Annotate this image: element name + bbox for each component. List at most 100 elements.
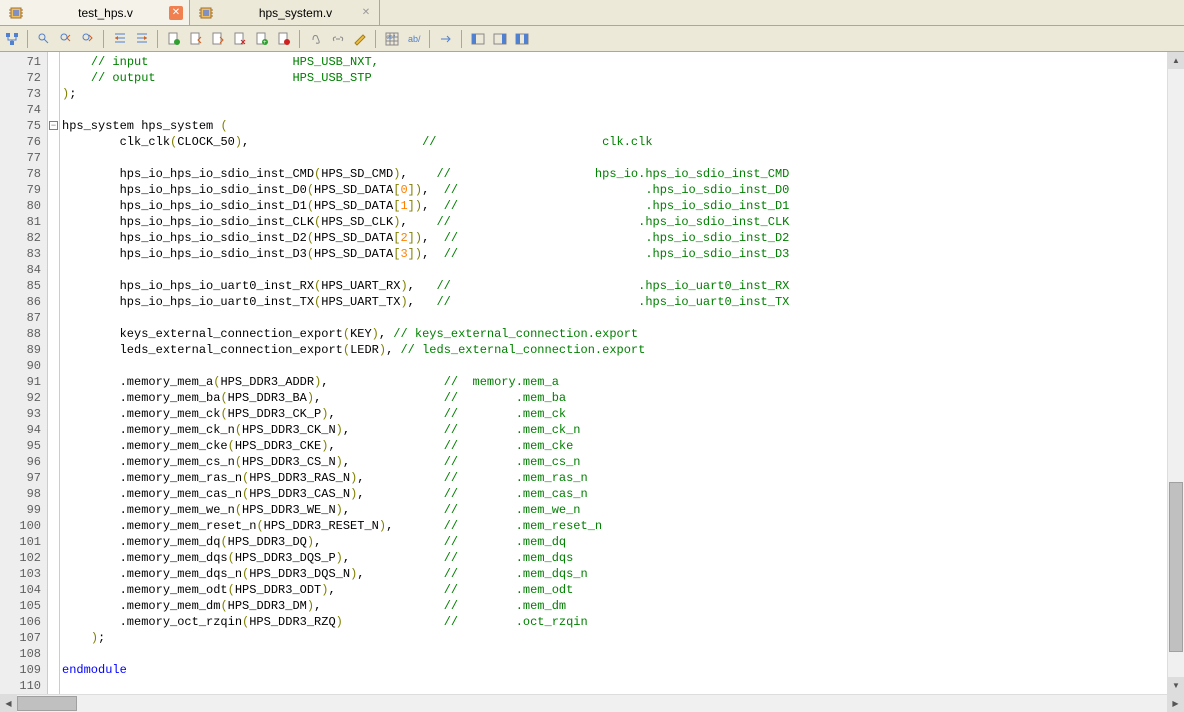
tab-hps_system-v[interactable]: hps_system.v✕: [190, 0, 380, 25]
bookmark-rem-icon: [276, 31, 292, 47]
toolbar-separator: [103, 30, 105, 48]
code-line[interactable]: );: [62, 86, 1167, 102]
attach-icon: [308, 31, 324, 47]
line-number: 74: [0, 102, 47, 118]
toolbar-find-button[interactable]: [34, 29, 54, 49]
vertical-scroll-thumb[interactable]: [1169, 482, 1183, 652]
code-line[interactable]: [62, 310, 1167, 326]
code-line[interactable]: [62, 678, 1167, 694]
scroll-right-arrow-icon[interactable]: ▶: [1167, 695, 1184, 712]
line-number: 79: [0, 182, 47, 198]
code-line[interactable]: hps_io_hps_io_sdio_inst_D3(HPS_SD_DATA[3…: [62, 246, 1167, 262]
toolbar-separator: [429, 30, 431, 48]
line-number: 77: [0, 150, 47, 166]
toolbar-bookmark-prev-button[interactable]: [186, 29, 206, 49]
toolbar-indent-left-button[interactable]: [110, 29, 130, 49]
toolbar-panel-left-button[interactable]: [468, 29, 488, 49]
tab-test_hps-v[interactable]: test_hps.v✕: [0, 0, 190, 25]
code-line[interactable]: .memory_mem_ba(HPS_DDR3_BA), // .mem_ba: [62, 390, 1167, 406]
code-line[interactable]: leds_external_connection_export(LEDR), /…: [62, 342, 1167, 358]
line-number: 104: [0, 582, 47, 598]
line-number: 86: [0, 294, 47, 310]
code-line[interactable]: .memory_mem_cas_n(HPS_DDR3_CAS_N), // .m…: [62, 486, 1167, 502]
scroll-down-arrow-icon[interactable]: ▼: [1168, 677, 1184, 694]
code-line[interactable]: .memory_mem_we_n(HPS_DDR3_WE_N), // .mem…: [62, 502, 1167, 518]
horizontal-scroll-track[interactable]: [17, 695, 1167, 712]
code-line[interactable]: [62, 150, 1167, 166]
horizontal-scrollbar[interactable]: ◀ ▶: [0, 694, 1184, 712]
line-number: 73: [0, 86, 47, 102]
line-number: 85: [0, 278, 47, 294]
line-number: 83: [0, 246, 47, 262]
code-line[interactable]: .memory_mem_dm(HPS_DDR3_DM), // .mem_dm: [62, 598, 1167, 614]
toolbar-text-ab-button[interactable]: ab/: [404, 29, 424, 49]
scroll-left-arrow-icon[interactable]: ◀: [0, 695, 17, 712]
line-number: 103: [0, 566, 47, 582]
toolbar-find-next-button[interactable]: [78, 29, 98, 49]
toolbar-find-prev-button[interactable]: [56, 29, 76, 49]
code-line[interactable]: [62, 358, 1167, 374]
indent-left-icon: [112, 31, 128, 47]
code-line[interactable]: .memory_mem_ck(HPS_DDR3_CK_P), // .mem_c…: [62, 406, 1167, 422]
code-line[interactable]: hps_io_hps_io_sdio_inst_CMD(HPS_SD_CMD),…: [62, 166, 1167, 182]
code-line[interactable]: .memory_mem_dqs_n(HPS_DDR3_DQS_N), // .m…: [62, 566, 1167, 582]
code-line[interactable]: clk_clk(CLOCK_50), // clk.clk: [62, 134, 1167, 150]
code-line[interactable]: hps_io_hps_io_uart0_inst_RX(HPS_UART_RX)…: [62, 278, 1167, 294]
toolbar-edit-button[interactable]: [350, 29, 370, 49]
line-number: 71: [0, 54, 47, 70]
code-line[interactable]: hps_io_hps_io_sdio_inst_D0(HPS_SD_DATA[0…: [62, 182, 1167, 198]
code-line[interactable]: keys_external_connection_export(KEY), //…: [62, 326, 1167, 342]
horizontal-scroll-thumb[interactable]: [17, 696, 77, 711]
code-line[interactable]: .memory_mem_dq(HPS_DDR3_DQ), // .mem_dq: [62, 534, 1167, 550]
toolbar-indent-right-button[interactable]: [132, 29, 152, 49]
toolbar-arrow-right-button[interactable]: [436, 29, 456, 49]
code-line[interactable]: .memory_mem_ck_n(HPS_DDR3_CK_N), // .mem…: [62, 422, 1167, 438]
code-line[interactable]: [62, 262, 1167, 278]
toolbar-attach-button[interactable]: [306, 29, 326, 49]
vertical-scrollbar[interactable]: ▲ ▼: [1167, 52, 1184, 694]
line-number: 101: [0, 534, 47, 550]
toolbar-grid-button[interactable]: 267: [382, 29, 402, 49]
toolbar-document-tree-button[interactable]: [2, 29, 22, 49]
code-line[interactable]: );: [62, 630, 1167, 646]
fold-toggle-icon[interactable]: −: [49, 121, 58, 130]
toolbar-bookmark-clear-button[interactable]: [230, 29, 250, 49]
toolbar-bookmark-rem-button[interactable]: [274, 29, 294, 49]
code-line[interactable]: // input HPS_USB_NXT,: [62, 54, 1167, 70]
code-line[interactable]: endmodule: [62, 662, 1167, 678]
bookmark-toggle-icon: [166, 31, 182, 47]
toolbar-panel-right-button[interactable]: [490, 29, 510, 49]
toolbar-bookmark-add-button[interactable]: +: [252, 29, 272, 49]
code-line[interactable]: .memory_mem_ras_n(HPS_DDR3_RAS_N), // .m…: [62, 470, 1167, 486]
code-line[interactable]: [62, 646, 1167, 662]
code-line[interactable]: .memory_mem_cs_n(HPS_DDR3_CS_N), // .mem…: [62, 454, 1167, 470]
code-line[interactable]: .memory_mem_a(HPS_DDR3_ADDR), // memory.…: [62, 374, 1167, 390]
code-line[interactable]: hps_io_hps_io_sdio_inst_D2(HPS_SD_DATA[2…: [62, 230, 1167, 246]
code-line[interactable]: .memory_mem_dqs(HPS_DDR3_DQS_P), // .mem…: [62, 550, 1167, 566]
editor-area: 7172737475767778798081828384858687888990…: [0, 52, 1184, 694]
tab-close-icon[interactable]: ✕: [359, 6, 373, 20]
code-line[interactable]: hps_io_hps_io_uart0_inst_TX(HPS_UART_TX)…: [62, 294, 1167, 310]
code-line[interactable]: // output HPS_USB_STP: [62, 70, 1167, 86]
toolbar-bookmark-toggle-button[interactable]: [164, 29, 184, 49]
code-line[interactable]: .memory_mem_reset_n(HPS_DDR3_RESET_N), /…: [62, 518, 1167, 534]
code-view[interactable]: // input HPS_USB_NXT, // output HPS_USB_…: [60, 52, 1167, 694]
tab-close-icon[interactable]: ✕: [169, 6, 183, 20]
code-line[interactable]: .memory_mem_odt(HPS_DDR3_ODT), // .mem_o…: [62, 582, 1167, 598]
line-number: 97: [0, 470, 47, 486]
code-line[interactable]: .memory_mem_cke(HPS_DDR3_CKE), // .mem_c…: [62, 438, 1167, 454]
scroll-up-arrow-icon[interactable]: ▲: [1168, 52, 1184, 69]
toolbar-panel-both-button[interactable]: [512, 29, 532, 49]
line-number: 106: [0, 614, 47, 630]
code-line[interactable]: hps_system hps_system (: [62, 118, 1167, 134]
line-number-gutter: 7172737475767778798081828384858687888990…: [0, 52, 48, 694]
code-line[interactable]: [62, 102, 1167, 118]
toolbar-link-button[interactable]: [328, 29, 348, 49]
svg-text:267: 267: [387, 35, 396, 41]
code-line[interactable]: hps_io_hps_io_sdio_inst_D1(HPS_SD_DATA[1…: [62, 198, 1167, 214]
find-prev-icon: [58, 31, 74, 47]
code-line[interactable]: hps_io_hps_io_sdio_inst_CLK(HPS_SD_CLK),…: [62, 214, 1167, 230]
fold-gutter[interactable]: −: [48, 52, 60, 694]
toolbar-bookmark-next-button[interactable]: [208, 29, 228, 49]
code-line[interactable]: .memory_oct_rzqin(HPS_DDR3_RZQ) // .oct_…: [62, 614, 1167, 630]
